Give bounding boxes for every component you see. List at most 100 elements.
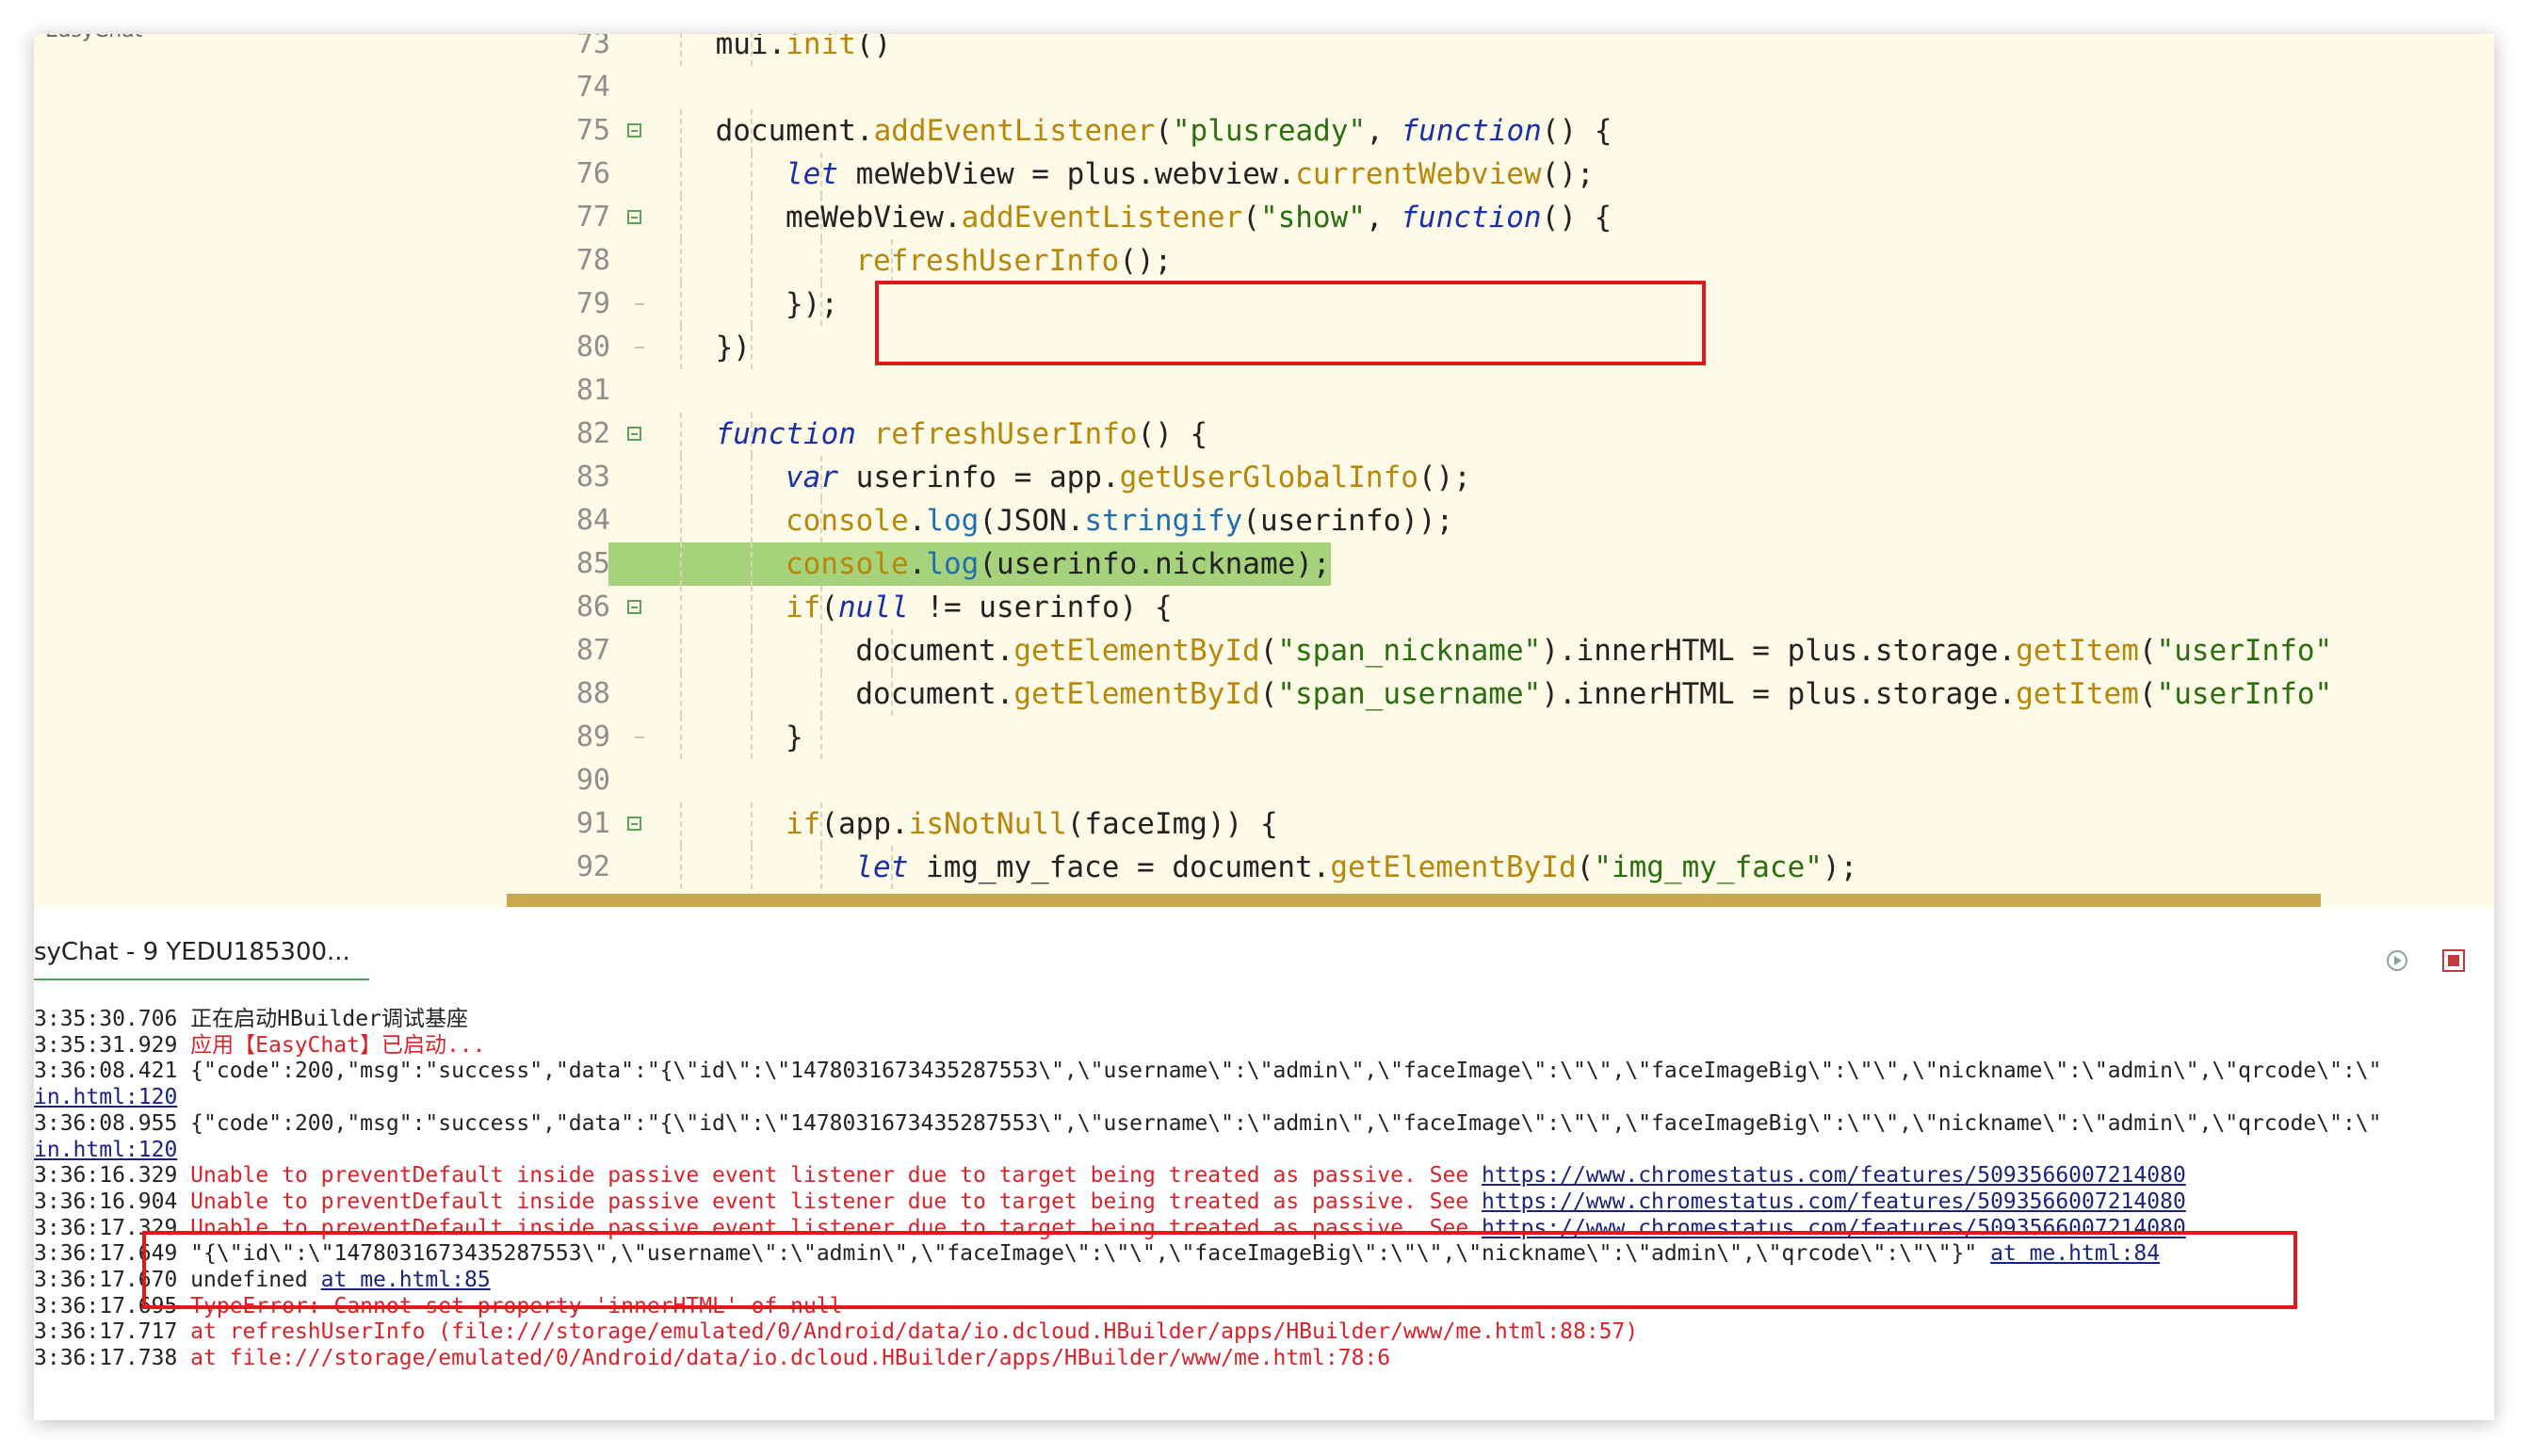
console-timestamp: 3:36:08.955: [34, 1110, 191, 1136]
code-token: (: [1576, 850, 1595, 884]
code-token: currentWebview: [1295, 157, 1542, 191]
console-source-link[interactable]: https://www.chromestatus.com/features/50…: [1482, 1216, 2186, 1240]
code-line[interactable]: 85 console.log(userinfo.nickname);: [507, 542, 2494, 586]
code-token: () {: [1541, 114, 1612, 148]
console-timestamp: 3:35:30.706: [34, 1007, 191, 1031]
line-number: 92: [575, 850, 610, 883]
console-timestamp: 3:36:17.329: [34, 1215, 191, 1240]
code-line[interactable]: 73 mui.init(): [507, 34, 2494, 66]
code-text: });: [786, 283, 838, 326]
code-editor[interactable]: 73 mui.init() 74 75 document.addEventListene…: [507, 34, 2494, 907]
code-token: ();: [1541, 157, 1595, 191]
console-line: 3:36:17.329 Unable to preventDefault ins…: [34, 1215, 2186, 1241]
indent-guide: [680, 802, 683, 846]
code-token: stringify: [1084, 504, 1243, 538]
indent-guide: [680, 413, 683, 456]
indent-guide: [750, 586, 753, 629]
code-token: refreshUserInfo: [873, 417, 1138, 451]
fold-toggle-icon[interactable]: [627, 600, 641, 614]
indent-guide: [750, 629, 753, 672]
stop-icon[interactable]: [2441, 948, 2466, 973]
editor-horizontal-scrollbar[interactable]: [507, 894, 2321, 907]
code-line[interactable]: 91 if(app.isNotNull(faceImg)) {: [507, 802, 2494, 846]
console-line: 3:35:30.706 正在启动HBuilder调试基座: [34, 1006, 468, 1032]
code-text: document.getElementById("span_nickname")…: [855, 629, 2332, 672]
code-line[interactable]: 75 document.addEventListener("plusready",…: [507, 109, 2494, 153]
code-text: document.getElementById("span_username")…: [855, 672, 2332, 716]
indent-guide: [750, 239, 753, 283]
console-message: {"code":200,"msg":"success","data":"{\"i…: [190, 1110, 2382, 1136]
console-source-link[interactable]: in.html:120: [34, 1085, 177, 1109]
fold-toggle-icon[interactable]: [627, 210, 641, 224]
code-token: document.: [855, 677, 1014, 711]
code-token: (JSON.: [979, 504, 1085, 538]
code-token: log: [926, 504, 980, 538]
code-token: "show": [1259, 201, 1366, 235]
code-line[interactable]: 74: [507, 66, 2494, 109]
code-token: function: [1401, 201, 1542, 235]
code-line[interactable]: 92 let img_my_face = document.getElementB…: [507, 846, 2494, 889]
indent-guide: [750, 672, 753, 716]
code-text: let meWebView = plus.webview.currentWebv…: [786, 153, 1595, 196]
code-token: document.: [855, 634, 1014, 668]
indent-guide: [680, 109, 683, 153]
console-line: in.html:120: [34, 1137, 177, 1163]
console-tab[interactable]: syChat - 9 YEDU185300...: [34, 938, 350, 966]
code-line[interactable]: 83 var userinfo = app.getUserGlobalInfo()…: [507, 456, 2494, 499]
indent-guide: [680, 283, 683, 326]
fold-toggle-icon[interactable]: [627, 123, 641, 138]
code-text: if(null != userinfo) {: [786, 586, 1173, 629]
code-line[interactable]: 90: [507, 759, 2494, 802]
restart-icon[interactable]: [2385, 948, 2409, 973]
line-number: 73: [575, 34, 610, 60]
fold-toggle-icon[interactable]: [627, 427, 641, 441]
code-line[interactable]: 79});: [507, 283, 2494, 326]
console-source-link[interactable]: https://www.chromestatus.com/features/50…: [1482, 1189, 2186, 1214]
console-line: 3:36:17.649 "{\"id\":\"14780316734352875…: [34, 1240, 2160, 1267]
console-message: at refreshUserInfo (file:///storage/emul…: [190, 1319, 1639, 1345]
code-token: mui.: [715, 34, 786, 61]
code-token: console: [786, 504, 909, 538]
code-line[interactable]: 78 refreshUserInfo();: [507, 239, 2494, 283]
indent-guide: [750, 542, 753, 586]
code-line[interactable]: 87 document.getElementById("span_nickname…: [507, 629, 2494, 672]
code-line[interactable]: 89}: [507, 716, 2494, 759]
code-token: meWebView = plus.webview.: [838, 157, 1296, 191]
console-line: 3:36:08.421 {"code":200,"msg":"success",…: [34, 1058, 2382, 1084]
line-number: 90: [575, 764, 610, 797]
line-number: 87: [575, 634, 610, 667]
code-line[interactable]: 77 meWebView.addEventListener("show", fun…: [507, 196, 2494, 239]
code-line[interactable]: 76 let meWebView = plus.webview.currentWe…: [507, 153, 2494, 196]
console-source-link[interactable]: in.html:120: [34, 1138, 177, 1162]
line-number: 76: [575, 157, 610, 190]
line-number: 78: [575, 244, 610, 277]
code-line[interactable]: 81: [507, 369, 2494, 413]
code-line[interactable]: 86 if(null != userinfo) {: [507, 586, 2494, 629]
code-token: ,: [1365, 201, 1402, 235]
console-source-link[interactable]: at me.html:84: [1990, 1241, 2160, 1266]
code-line[interactable]: 84 console.log(JSON.stringify(userinfo));: [507, 499, 2494, 542]
indent-guide: [680, 846, 683, 889]
line-number: 88: [575, 677, 610, 710]
code-token: getElementById: [1013, 677, 1260, 711]
code-text: let img_my_face = document.getElementByI…: [855, 846, 1857, 889]
console-message: {"code":200,"msg":"success","data":"{\"i…: [190, 1059, 2382, 1084]
console-source-link[interactable]: at me.html:85: [321, 1268, 491, 1292]
code-line[interactable]: 82 function refreshUserInfo() {: [507, 413, 2494, 456]
fold-toggle-icon[interactable]: [627, 817, 641, 831]
code-token: (: [820, 590, 838, 624]
code-token: );: [1822, 850, 1858, 884]
code-line[interactable]: 88 document.getElementById("span_username…: [507, 672, 2494, 716]
indent-guide: [680, 326, 683, 369]
line-number: 79: [575, 287, 610, 320]
console-source-link[interactable]: https://www.chromestatus.com/features/50…: [1482, 1163, 2186, 1188]
indent-guide: [750, 196, 753, 239]
code-token: (: [1259, 634, 1278, 668]
code-token: init: [786, 34, 856, 61]
project-panel-title[interactable]: EasyChat: [45, 34, 142, 42]
code-token: function: [715, 417, 856, 451]
console-timestamp: 3:36:17.738: [34, 1346, 191, 1371]
code-line[interactable]: 80}): [507, 326, 2494, 369]
code-token: if: [786, 807, 821, 841]
